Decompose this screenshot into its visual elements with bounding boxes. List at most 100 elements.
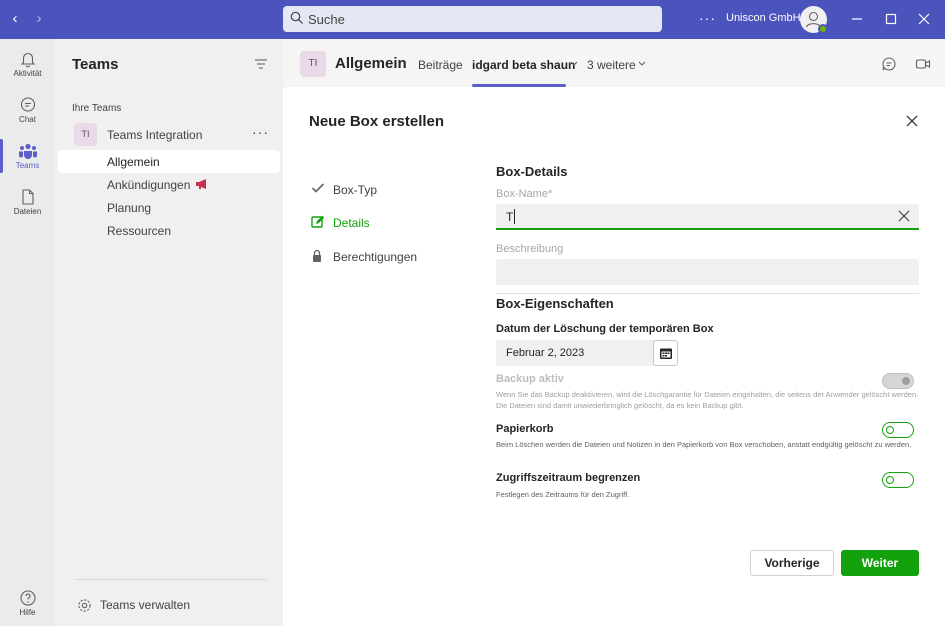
rail-label-teams: Teams (15, 161, 40, 170)
access-limit-toggle[interactable] (882, 472, 914, 488)
team-avatar: TI (74, 123, 97, 146)
gear-icon (78, 599, 91, 612)
channel-item-ankuendigungen[interactable]: Ankündigungen (58, 173, 280, 196)
filter-icon[interactable] (254, 58, 268, 70)
teams-icon (18, 143, 37, 159)
backup-toggle (882, 373, 914, 389)
org-name[interactable]: Uniscon GmbH (726, 12, 801, 24)
new-box-dialog: Neue Box erstellen Box-Typ Details Berec… (283, 87, 945, 626)
rail-label-chat: Chat (19, 115, 36, 124)
box-name-value: T (506, 210, 514, 224)
backup-title: Backup aktiv (496, 373, 564, 385)
channel-label: Allgemein (107, 155, 160, 169)
channel-label: Planung (107, 201, 152, 215)
search-icon (290, 11, 303, 24)
minimize-icon[interactable] (850, 12, 864, 26)
chevron-down-icon (570, 61, 578, 66)
search-box[interactable]: Suche (283, 6, 662, 32)
close-window-icon[interactable] (917, 12, 931, 26)
channel-label: Ankündigungen (107, 178, 191, 192)
step-label: Box-Typ (333, 183, 378, 197)
backup-description: Wenn Sie das Backup deaktivieren, wird d… (496, 390, 919, 410)
back-arrow-icon[interactable]: ‹ (8, 11, 22, 27)
date-picker-button[interactable] (653, 340, 678, 366)
channel-avatar: TI (300, 51, 326, 77)
rail-label-help: Hilfe (19, 608, 36, 617)
toggle-knob (886, 426, 894, 434)
toggle-knob (902, 377, 910, 385)
lock-icon (313, 249, 321, 262)
clear-icon[interactable] (898, 210, 910, 222)
help-icon (19, 590, 36, 606)
rail-item-files[interactable]: Dateien (0, 181, 55, 225)
description-input[interactable] (496, 259, 919, 285)
step-label: Details (333, 216, 370, 230)
rail-item-activity[interactable]: Aktivität (0, 43, 55, 87)
properties-section-title: Box-Eigenschaften (496, 296, 614, 311)
maximize-icon[interactable] (884, 12, 898, 26)
file-icon (21, 189, 34, 205)
rail-label-activity: Aktivität (13, 69, 42, 78)
rail-label-files: Dateien (13, 207, 42, 216)
channel-title: Allgemein (335, 55, 407, 72)
description-label: Beschreibung (496, 243, 564, 255)
deletion-date-input[interactable]: Februar 2, 2023 (496, 340, 676, 366)
access-limit-description: Festlegen des Zeitraums für den Zugriff. (496, 490, 630, 499)
next-button[interactable]: Weiter (841, 550, 919, 576)
team-more-button[interactable]: ··· (252, 124, 269, 140)
team-item[interactable]: TI Teams Integration ··· (58, 122, 280, 148)
step-permissions[interactable]: Berechtigungen (311, 247, 461, 267)
back-button[interactable]: Vorherige (750, 550, 834, 576)
bell-icon (20, 52, 35, 68)
tab-beitraege[interactable]: Beiträge (418, 58, 463, 72)
panel-title: Teams (72, 56, 119, 73)
more-options-button[interactable]: ··· (699, 10, 716, 26)
team-name: Teams Integration (107, 128, 203, 142)
deletion-date-label: Datum der Löschung der temporären Box (496, 323, 714, 335)
rail-item-teams[interactable]: Teams (0, 135, 55, 179)
details-section-title: Box-Details (496, 164, 568, 179)
text-cursor (514, 209, 515, 224)
rail-item-help[interactable]: Hilfe (0, 582, 55, 626)
tab-idgard[interactable]: idgard beta shaun (472, 58, 575, 72)
channel-item-ressourcen[interactable]: Ressourcen (58, 219, 280, 242)
megaphone-icon (196, 179, 206, 189)
trash-toggle[interactable] (882, 422, 914, 438)
search-placeholder: Suche (308, 12, 345, 27)
manage-teams-label: Teams verwalten (100, 598, 191, 612)
toggle-knob (886, 476, 894, 484)
channel-item-allgemein[interactable]: Allgemein (58, 150, 280, 173)
box-name-input[interactable]: T (496, 204, 919, 230)
access-limit-title: Zugriffszeitraum begrenzen (496, 472, 641, 484)
forward-arrow-icon[interactable]: › (32, 11, 46, 27)
divider (496, 293, 919, 294)
step-details[interactable]: Details (311, 213, 461, 233)
avatar[interactable] (800, 6, 828, 34)
chat-icon (20, 97, 35, 112)
step-box-type[interactable]: Box-Typ (311, 180, 461, 200)
rail-item-chat[interactable]: Chat (0, 89, 55, 133)
divider (75, 579, 267, 580)
presence-available-icon (818, 24, 828, 34)
tab-more[interactable]: 3 weitere (587, 58, 636, 72)
title-bar: ‹ › Suche ··· Uniscon GmbH (0, 0, 945, 39)
deletion-date-value: Februar 2, 2023 (506, 347, 585, 359)
calendar-icon (660, 348, 672, 359)
checkmark-icon (311, 183, 325, 193)
teams-panel: Teams Ihre Teams TI Teams Integration ··… (55, 39, 283, 626)
channel-header: TI Allgemein Beiträge idgard beta shaun … (283, 39, 945, 87)
trash-description: Beim Löschen werden die Dateien und Noti… (496, 440, 912, 449)
manage-teams-button[interactable]: Teams verwalten (75, 595, 265, 617)
edit-icon (311, 215, 325, 228)
channel-label: Ressourcen (107, 224, 172, 238)
box-name-label: Box-Name* (496, 188, 553, 200)
app-rail: Aktivität Chat Teams Dateien Hilfe (0, 39, 55, 626)
conversation-icon[interactable] (881, 56, 897, 72)
dialog-title: Neue Box erstellen (309, 113, 445, 130)
section-label: Ihre Teams (72, 103, 122, 114)
close-icon[interactable] (906, 115, 918, 127)
trash-title: Papierkorb (496, 423, 554, 435)
channel-item-planung[interactable]: Planung (58, 196, 280, 219)
video-icon[interactable] (915, 56, 931, 72)
step-label: Berechtigungen (333, 250, 418, 264)
